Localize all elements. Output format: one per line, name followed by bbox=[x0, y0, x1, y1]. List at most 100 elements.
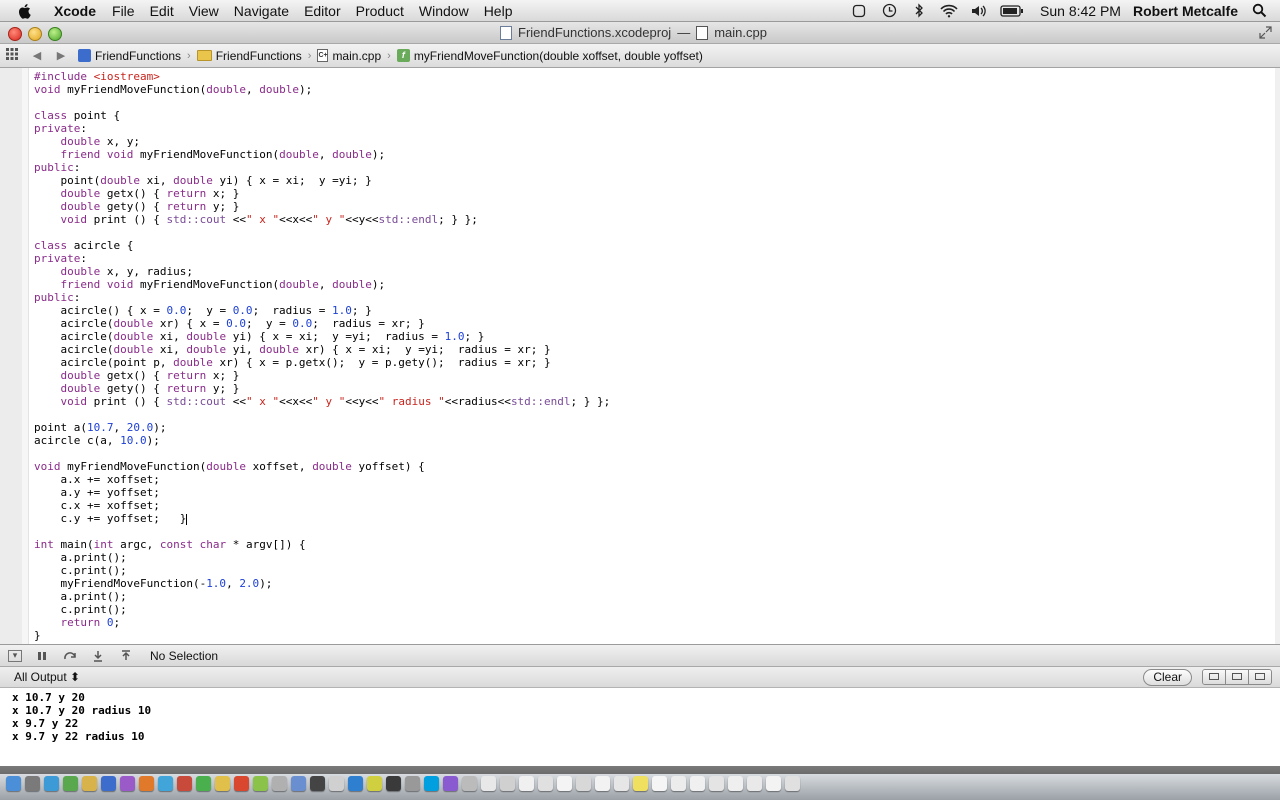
dock-app-icon[interactable] bbox=[652, 776, 667, 791]
code-line[interactable]: private: bbox=[34, 252, 610, 265]
menu-window[interactable]: Window bbox=[419, 3, 469, 19]
source-editor[interactable]: #include <iostream> void myFriendMoveFunc… bbox=[0, 68, 1280, 644]
dock-app-icon[interactable] bbox=[177, 776, 192, 791]
code-line[interactable]: acircle(double xr) { x = 0.0; y = 0.0; r… bbox=[34, 317, 610, 330]
console-output[interactable]: x 10.7 y 20 x 10.7 y 20 radius 10 x 9.7 … bbox=[0, 688, 1280, 766]
code-line[interactable]: friend void myFriendMoveFunction(double,… bbox=[34, 148, 610, 161]
menu-edit[interactable]: Edit bbox=[150, 3, 174, 19]
dock-app-icon[interactable] bbox=[291, 776, 306, 791]
menu-app-name[interactable]: Xcode bbox=[54, 3, 96, 19]
code-line[interactable]: double getx() { return x; } bbox=[34, 187, 610, 200]
code-line[interactable]: public: bbox=[34, 161, 610, 174]
dock-app-icon[interactable] bbox=[766, 776, 781, 791]
dock-app-icon[interactable] bbox=[272, 776, 287, 791]
dock-app-icon[interactable] bbox=[25, 776, 40, 791]
menu-help[interactable]: Help bbox=[484, 3, 513, 19]
code-line[interactable]: a.print(); bbox=[34, 590, 610, 603]
code-line[interactable]: void myFriendMoveFunction(double, double… bbox=[34, 83, 610, 96]
dock-app-icon[interactable] bbox=[139, 776, 154, 791]
hide-debug-area-icon[interactable]: ▾ bbox=[8, 649, 22, 662]
dock-app-icon[interactable] bbox=[367, 776, 382, 791]
code-text[interactable]: #include <iostream> void myFriendMoveFunc… bbox=[34, 70, 610, 642]
code-line[interactable]: friend void myFriendMoveFunction(double,… bbox=[34, 278, 610, 291]
dock-app-icon[interactable] bbox=[348, 776, 363, 791]
code-line[interactable]: a.x += xoffset; bbox=[34, 473, 610, 486]
dock-app-icon[interactable] bbox=[253, 776, 268, 791]
code-line[interactable]: acircle(double xi, double yi) { x = xi; … bbox=[34, 330, 610, 343]
time-machine-icon[interactable] bbox=[880, 3, 898, 18]
breadcrumb-function[interactable]: f myFriendMoveFunction(double xoffset, d… bbox=[396, 49, 703, 63]
editor-gutter[interactable] bbox=[0, 68, 22, 644]
minimize-window-button[interactable] bbox=[28, 27, 42, 41]
code-line[interactable]: acircle c(a, 10.0); bbox=[34, 434, 610, 447]
code-line[interactable]: myFriendMoveFunction(-1.0, 2.0); bbox=[34, 577, 610, 590]
show-variables-view-button[interactable] bbox=[1203, 670, 1225, 684]
show-both-views-button[interactable] bbox=[1225, 670, 1248, 684]
dock-app-icon[interactable] bbox=[44, 776, 59, 791]
breadcrumb-project[interactable]: FriendFunctions bbox=[78, 49, 181, 63]
dock-app-icon[interactable] bbox=[500, 776, 515, 791]
back-arrow-icon[interactable]: ◀ bbox=[30, 49, 44, 62]
dock-app-icon[interactable] bbox=[215, 776, 230, 791]
dock-app-icon[interactable] bbox=[595, 776, 610, 791]
code-line[interactable]: double x, y; bbox=[34, 135, 610, 148]
dock-app-icon[interactable] bbox=[538, 776, 553, 791]
code-line[interactable]: acircle() { x = 0.0; y = 0.0; radius = 1… bbox=[34, 304, 610, 317]
dock-app-icon[interactable] bbox=[728, 776, 743, 791]
code-line[interactable]: point a(10.7, 20.0); bbox=[34, 421, 610, 434]
code-folding-ribbon[interactable] bbox=[22, 68, 29, 644]
code-line[interactable] bbox=[34, 447, 610, 460]
dock-app-icon[interactable] bbox=[158, 776, 173, 791]
dock-app-icon[interactable] bbox=[101, 776, 116, 791]
menu-view[interactable]: View bbox=[189, 3, 219, 19]
code-line[interactable]: void print () { std::cout <<" x "<<x<<" … bbox=[34, 213, 610, 226]
dock-app-icon[interactable] bbox=[63, 776, 78, 791]
output-filter-select[interactable]: All Output ⬍ bbox=[14, 670, 80, 684]
related-items-icon[interactable] bbox=[6, 48, 20, 63]
code-line[interactable]: a.y += yoffset; bbox=[34, 486, 610, 499]
dock-app-icon[interactable] bbox=[614, 776, 629, 791]
dock-app-icon[interactable] bbox=[747, 776, 762, 791]
dock-app-icon[interactable] bbox=[443, 776, 458, 791]
menu-product[interactable]: Product bbox=[356, 3, 404, 19]
forward-arrow-icon[interactable]: ▶ bbox=[54, 49, 68, 62]
dock-app-icon[interactable] bbox=[785, 776, 800, 791]
code-line[interactable]: a.print(); bbox=[34, 551, 610, 564]
dock-app-icon[interactable] bbox=[234, 776, 249, 791]
menu-editor[interactable]: Editor bbox=[304, 3, 341, 19]
code-line[interactable]: point(double xi, double yi) { x = xi; y … bbox=[34, 174, 610, 187]
menu-file[interactable]: File bbox=[112, 3, 135, 19]
dock-app-icon[interactable] bbox=[329, 776, 344, 791]
code-line[interactable]: int main(int argc, const char * argv[]) … bbox=[34, 538, 610, 551]
code-line[interactable]: c.print(); bbox=[34, 603, 610, 616]
apple-menu-icon[interactable] bbox=[18, 3, 40, 19]
code-line[interactable]: #include <iostream> bbox=[34, 70, 610, 83]
bluetooth-icon[interactable] bbox=[910, 3, 928, 18]
code-line[interactable]: c.x += xoffset; bbox=[34, 499, 610, 512]
step-over-icon[interactable] bbox=[62, 649, 78, 663]
code-line[interactable]: c.y += yoffset; } bbox=[34, 512, 610, 525]
code-line[interactable]: double x, y, radius; bbox=[34, 265, 610, 278]
dock-app-icon[interactable] bbox=[690, 776, 705, 791]
dock-app-icon[interactable] bbox=[196, 776, 211, 791]
step-into-icon[interactable] bbox=[90, 649, 106, 663]
code-line[interactable]: acircle(point p, double xr) { x = p.getx… bbox=[34, 356, 610, 369]
code-line[interactable]: c.print(); bbox=[34, 564, 610, 577]
dock-app-icon[interactable] bbox=[633, 776, 648, 791]
menu-user-name[interactable]: Robert Metcalfe bbox=[1133, 3, 1238, 19]
dock-app-icon[interactable] bbox=[424, 776, 439, 791]
dock-app-icon[interactable] bbox=[6, 776, 21, 791]
spotlight-search-icon[interactable] bbox=[1250, 3, 1268, 18]
dock-app-icon[interactable] bbox=[310, 776, 325, 791]
battery-icon[interactable] bbox=[1000, 4, 1024, 18]
clear-console-button[interactable]: Clear bbox=[1143, 668, 1192, 686]
menu-navigate[interactable]: Navigate bbox=[234, 3, 289, 19]
dock-app-icon[interactable] bbox=[709, 776, 724, 791]
dock-app-icon[interactable] bbox=[519, 776, 534, 791]
wifi-icon[interactable] bbox=[940, 4, 958, 18]
dock-app-icon[interactable] bbox=[576, 776, 591, 791]
dock-app-icon[interactable] bbox=[405, 776, 420, 791]
dock-app-icon[interactable] bbox=[82, 776, 97, 791]
code-line[interactable]: class point { bbox=[34, 109, 610, 122]
dock-app-icon[interactable] bbox=[481, 776, 496, 791]
